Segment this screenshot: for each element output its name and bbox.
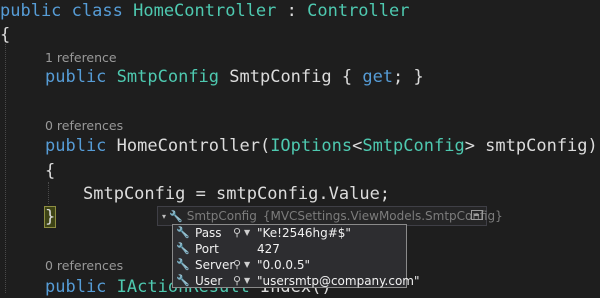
code-line-property: public SmtpConfig SmtpConfig { get; }: [45, 66, 424, 88]
keyword: class: [71, 1, 123, 21]
type-name: IOptions: [270, 136, 353, 156]
class-name: HomeController: [133, 1, 277, 21]
pin-datatip-button[interactable]: [471, 210, 483, 220]
open-brace: {: [45, 161, 56, 181]
wrench-icon: 🔧: [176, 258, 190, 271]
parameter: smtpConfig): [474, 136, 598, 156]
member-value[interactable]: "Ke!2546hg#$": [257, 225, 351, 241]
indent-guide: [48, 182, 49, 204]
datatip-full-type: {MVCSettings.ViewModels.SmtpConfig}: [262, 209, 503, 223]
member-name: Port: [195, 242, 219, 256]
wrench-icon: 🔧: [169, 209, 183, 223]
codelens-reference-count[interactable]: 1 reference: [45, 50, 117, 66]
member-value[interactable]: "usersmtp@company.com": [257, 273, 420, 289]
wrench-icon: 🔧: [176, 242, 190, 255]
dropdown-caret-icon[interactable]: ▼: [244, 257, 250, 273]
keyword: public: [45, 136, 107, 156]
type-name: SmtpConfig: [116, 67, 220, 87]
datatip-row-server[interactable]: 🔧 Server ⚲ ▼ "0.0.0.5": [173, 257, 406, 273]
highlighted-close-brace: }: [43, 206, 57, 228]
code-line-constructor: public HomeController(IOptions<SmtpConfi…: [45, 135, 598, 157]
angle-open: <: [352, 136, 363, 156]
datatip-header[interactable]: ▾ 🔧 SmtpConfig {MVCSettings.ViewModels.S…: [157, 206, 503, 226]
member-value[interactable]: "0.0.0.5": [257, 257, 310, 273]
keyword: public: [45, 67, 107, 87]
property-end: ; }: [393, 67, 424, 87]
assignment-statement: SmtpConfig = smtpConfig.Value;: [83, 184, 391, 204]
magnifier-icon[interactable]: ⚲: [233, 225, 241, 241]
member-name: Server: [195, 258, 235, 272]
codelens-reference-count[interactable]: 0 references: [45, 118, 123, 134]
code-line-close-brace: }: [43, 206, 57, 228]
member-value[interactable]: 427: [257, 241, 280, 257]
codelens-reference-count[interactable]: 0 references: [45, 258, 123, 274]
colon: :: [276, 1, 308, 21]
member-name: Pass: [195, 226, 222, 240]
datatip-row-pass[interactable]: 🔧 Pass ⚲ ▼ "Ke!2546hg#$": [173, 225, 406, 241]
code-line-assignment: SmtpConfig = smtpConfig.Value;: [83, 183, 390, 205]
wrench-icon: 🔧: [176, 226, 190, 239]
magnifier-icon[interactable]: ⚲: [233, 257, 241, 273]
magnifier-icon[interactable]: ⚲: [233, 273, 241, 289]
member-name: User: [195, 274, 223, 288]
dropdown-caret-icon[interactable]: ▼: [244, 225, 250, 241]
keyword-get: get: [362, 67, 394, 87]
property-body: SmtpConfig {: [219, 67, 363, 87]
angle-close: >: [464, 136, 475, 156]
code-line-open-brace: {: [45, 160, 55, 182]
type-name: SmtpConfig: [362, 136, 465, 156]
open-brace: {: [0, 25, 11, 45]
keyword: public: [0, 1, 62, 21]
datatip-type-name: SmtpConfig: [186, 209, 257, 223]
datatip-members: 🔧 Pass ⚲ ▼ "Ke!2546hg#$" 🔧 Port 427 🔧 Se…: [172, 224, 420, 289]
dropdown-caret-icon[interactable]: ▼: [244, 273, 250, 289]
indent-guide: [5, 44, 6, 293]
code-line-class-declaration: public class HomeController : Controller: [0, 0, 409, 22]
keyword: public: [45, 277, 107, 297]
expand-caret-icon[interactable]: ▾: [162, 212, 166, 221]
constructor-name: HomeController(: [106, 136, 271, 156]
base-class-name: Controller: [307, 1, 410, 21]
datatip-row-port[interactable]: 🔧 Port 427: [173, 241, 406, 257]
code-line-open-brace: {: [0, 24, 10, 46]
wrench-icon: 🔧: [176, 274, 190, 287]
datatip-row-user[interactable]: 🔧 User ⚲ ▼ "usersmtp@company.com": [173, 273, 420, 289]
